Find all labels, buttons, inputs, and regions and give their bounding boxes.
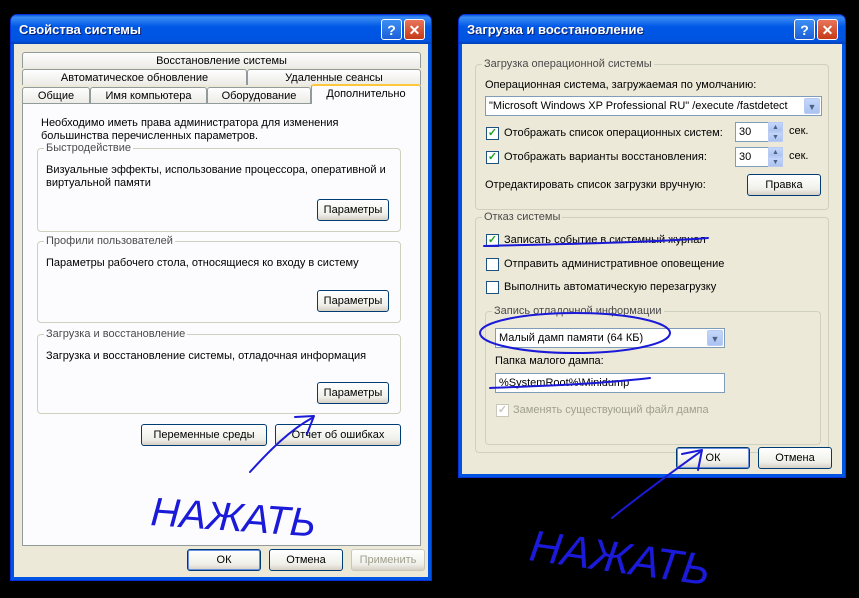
- os-startup-group: Загрузка операционной системы Операционн…: [475, 58, 829, 210]
- ok-button[interactable]: ОК: [676, 447, 750, 469]
- edit-boot-list-label: Отредактировать список загрузки вручную:: [485, 179, 706, 191]
- show-recovery-value: 30: [739, 151, 752, 163]
- user-profiles-settings-button[interactable]: Параметры: [317, 290, 389, 312]
- performance-title: Быстродействие: [44, 142, 133, 154]
- environment-variables-button[interactable]: Переменные среды: [141, 424, 267, 446]
- startup-recovery-group: Загрузка и восстановление Загрузка и вос…: [37, 328, 401, 414]
- performance-desc: Визуальные эффекты, использование процес…: [46, 164, 386, 189]
- os-startup-title: Загрузка операционной системы: [482, 58, 654, 70]
- window-client: Восстановление системы Автоматическое об…: [14, 44, 428, 577]
- seconds-unit-label: сек.: [789, 125, 809, 137]
- ink-press-right: НАЖАТЬ: [527, 521, 714, 595]
- system-failure-title: Отказ системы: [482, 211, 563, 223]
- system-properties-window: Свойства системы ? ✕ Восстановление сист…: [10, 14, 432, 581]
- tab-automatic-updates[interactable]: Автоматическое обновление: [22, 69, 247, 85]
- show-os-list-checkbox[interactable]: ✓: [486, 127, 499, 140]
- tab-general[interactable]: Общие: [22, 87, 90, 103]
- show-os-list-seconds[interactable]: 30: [735, 122, 771, 142]
- title-bar[interactable]: Загрузка и восстановление ? ✕: [459, 15, 845, 44]
- startup-recovery-title: Загрузка и восстановление: [44, 328, 188, 340]
- tab-remote-sessions[interactable]: Удаленные сеансы: [247, 69, 421, 85]
- cancel-button[interactable]: Отмена: [269, 549, 343, 571]
- dump-folder-input[interactable]: %SystemRoot%\Minidump: [495, 373, 725, 393]
- send-alert-label: Отправить административное оповещение: [504, 258, 725, 270]
- show-os-list-label: Отображать список операционных систем:: [504, 127, 723, 139]
- default-os-label: Операционная система, загружаемая по умо…: [485, 79, 757, 91]
- user-profiles-desc: Параметры рабочего стола, относящиеся ко…: [46, 257, 359, 269]
- performance-group: Быстродействие Визуальные эффекты, испол…: [37, 142, 401, 232]
- user-profiles-title: Профили пользователей: [44, 235, 175, 247]
- debug-info-group: Запись отладочной информации Малый дамп …: [485, 305, 821, 445]
- write-event-checkbox[interactable]: ✓: [486, 234, 499, 247]
- default-os-value: "Microsoft Windows XP Professional RU" /…: [489, 100, 788, 112]
- show-recovery-checkbox[interactable]: ✓: [486, 151, 499, 164]
- window-title: Загрузка и восстановление: [467, 22, 644, 37]
- dump-folder-value: %SystemRoot%\Minidump: [499, 377, 630, 389]
- help-button[interactable]: ?: [794, 19, 815, 40]
- close-button[interactable]: ✕: [404, 19, 425, 40]
- spin-up-icon[interactable]: ▲: [768, 147, 783, 157]
- startup-recovery-settings-button[interactable]: Параметры: [317, 382, 389, 404]
- close-button[interactable]: ✕: [817, 19, 838, 40]
- user-profiles-group: Профили пользователей Параметры рабочего…: [37, 235, 401, 323]
- write-event-label: Записать событие в системный журнал: [504, 234, 706, 246]
- dump-folder-label: Папка малого дампа:: [495, 355, 604, 367]
- tab-system-restore[interactable]: Восстановление системы: [22, 52, 421, 68]
- edit-boot-list-button[interactable]: Правка: [747, 174, 821, 196]
- show-os-list-value: 30: [739, 126, 752, 138]
- startup-recovery-desc: Загрузка и восстановление системы, отлад…: [46, 350, 367, 362]
- seconds-unit-label: сек.: [789, 150, 809, 162]
- title-bar[interactable]: Свойства системы ? ✕: [11, 15, 431, 44]
- auto-restart-label: Выполнить автоматическую перезагрузку: [504, 281, 717, 293]
- auto-restart-checkbox[interactable]: ✓: [486, 281, 499, 294]
- spin-down-icon[interactable]: ▼: [768, 132, 783, 142]
- tab-hardware[interactable]: Оборудование: [207, 87, 311, 103]
- debug-info-title: Запись отладочной информации: [492, 305, 664, 317]
- system-failure-group: Отказ системы ✓ Записать событие в систе…: [475, 211, 829, 453]
- cancel-button[interactable]: Отмена: [758, 447, 832, 469]
- spin-down-icon[interactable]: ▼: [768, 157, 783, 167]
- show-recovery-label: Отображать варианты восстановления:: [504, 151, 707, 163]
- error-reporting-button[interactable]: Отчет об ошибках: [275, 424, 401, 446]
- overwrite-dump-label: Заменять существующий файл дампа: [513, 404, 709, 416]
- ok-button[interactable]: ОК: [187, 549, 261, 571]
- startup-recovery-window: Загрузка и восстановление ? ✕ Загрузка о…: [458, 14, 846, 478]
- send-alert-checkbox[interactable]: ✓: [486, 258, 499, 271]
- show-recovery-seconds[interactable]: 30: [735, 147, 771, 167]
- performance-settings-button[interactable]: Параметры: [317, 199, 389, 221]
- tab-computer-name[interactable]: Имя компьютера: [90, 87, 207, 103]
- chevron-down-icon[interactable]: ▼: [804, 98, 820, 114]
- advanced-tab-panel: Необходимо иметь права администратора дл…: [22, 103, 421, 546]
- dump-type-value: Малый дамп памяти (64 КБ): [499, 332, 644, 344]
- apply-button[interactable]: Применить: [351, 549, 425, 571]
- admin-intro-text: Необходимо иметь права администратора дл…: [41, 117, 339, 142]
- dump-type-dropdown[interactable]: Малый дамп памяти (64 КБ) ▼: [495, 328, 725, 348]
- spin-up-icon[interactable]: ▲: [768, 122, 783, 132]
- window-client: Загрузка операционной системы Операционн…: [462, 44, 842, 474]
- tab-advanced[interactable]: Дополнительно: [311, 84, 421, 104]
- chevron-down-icon[interactable]: ▼: [707, 330, 723, 346]
- help-button[interactable]: ?: [381, 19, 402, 40]
- default-os-dropdown[interactable]: "Microsoft Windows XP Professional RU" /…: [485, 96, 822, 116]
- window-title: Свойства системы: [19, 22, 141, 37]
- overwrite-dump-checkbox[interactable]: ✓: [496, 404, 509, 417]
